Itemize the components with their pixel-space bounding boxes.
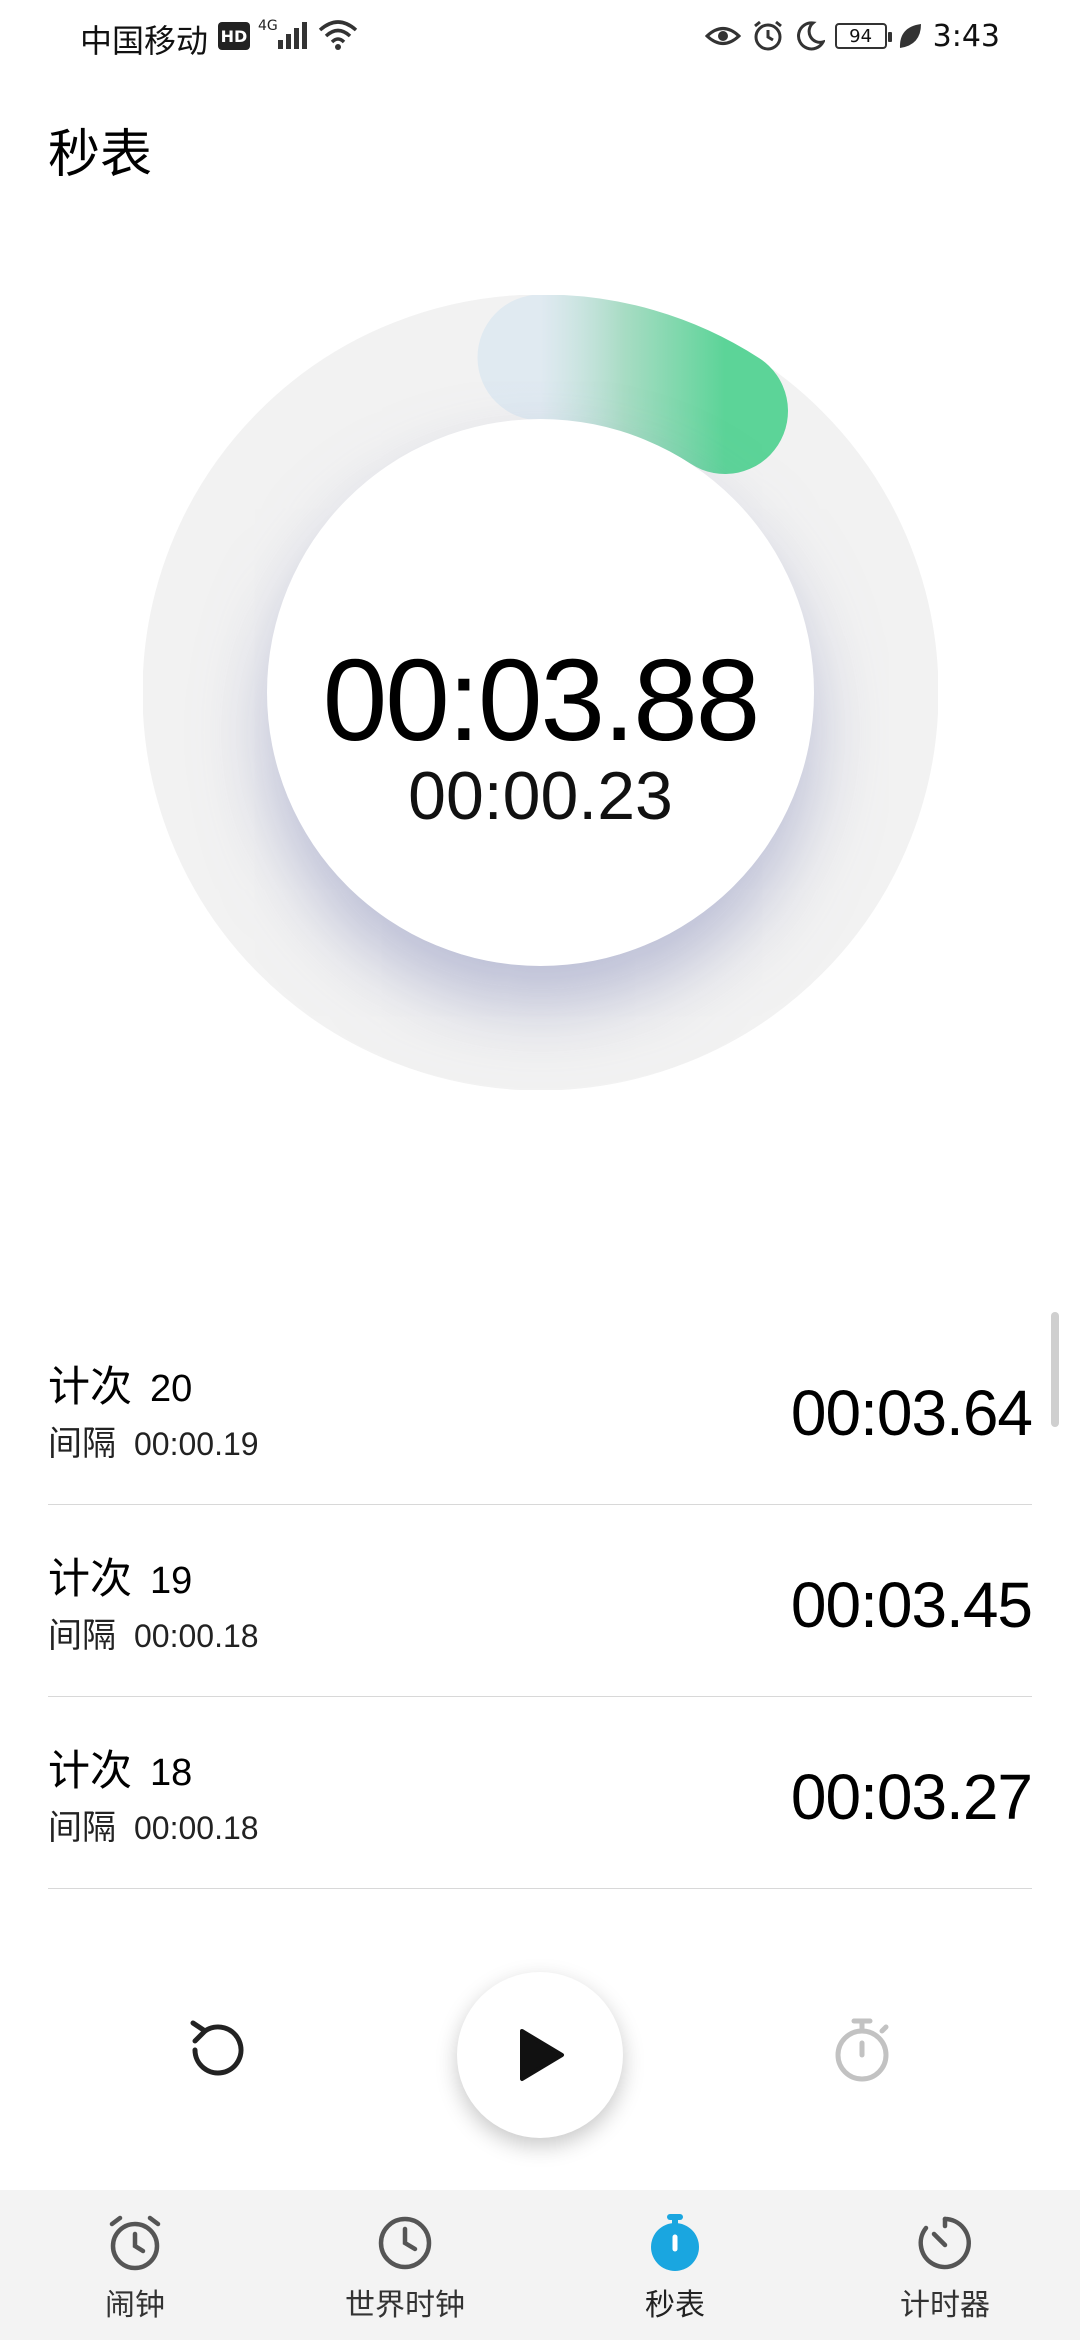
nav-label: 计时器 [900, 2288, 990, 2323]
nav-label: 秒表 [645, 2288, 705, 2323]
hd-badge: HD [218, 22, 250, 50]
nav-item-alarm[interactable]: 闹钟 [0, 2190, 270, 2340]
lap-number: 18 [150, 1752, 193, 1794]
interval-value: 00:00.18 [134, 1618, 259, 1654]
nav-label: 闹钟 [105, 2288, 165, 2323]
lap-interval: 间隔 00:00.18 [48, 1608, 259, 1657]
carrier-name: 中国移动 [80, 22, 209, 60]
eye-comfort-icon [704, 27, 741, 45]
lap-total-time: 00:03.64 [790, 1377, 1032, 1449]
network-type: 4G [258, 18, 278, 34]
lap-label: 计次 [48, 1363, 133, 1410]
interval-label: 间隔 [48, 1617, 116, 1655]
play-icon [520, 2029, 564, 2081]
lap-count: 计次17 [48, 1929, 192, 1933]
lap-list[interactable]: 计次 20 间隔 00:00.19 00:03.64 计次 19 间隔 00:00.18… [48, 1313, 1032, 1933]
stopwatch-controls [0, 1970, 1080, 2140]
elapsed-time: 00:03.88 [322, 635, 761, 765]
lap-stopwatch-icon [835, 2018, 889, 2082]
lap-row: 计次 19 间隔 00:00.18 00:03.45 [48, 1505, 1032, 1697]
lap-interval: 间隔 00:00.19 [48, 1416, 259, 1465]
power-saving-leaf-icon [899, 24, 921, 48]
reset-icon [190, 2020, 244, 2076]
lap-row: 计次 20 间隔 00:00.19 00:03.64 [48, 1313, 1032, 1505]
start-button[interactable] [457, 1972, 623, 2138]
nav-item-stopwatch[interactable]: 秒表 [540, 2190, 810, 2340]
lap-button[interactable] [812, 2000, 912, 2100]
lap-number: 19 [150, 1560, 193, 1602]
alarm-status-icon [753, 20, 782, 51]
stopwatch-dial: 00:03.88 00:00.23 [143, 295, 938, 1090]
lap-total-time: 00:03.45 [790, 1569, 1032, 1641]
timer-icon [918, 2216, 971, 2270]
lap-label: 计次 [48, 1555, 133, 1602]
interval-value: 00:00.19 [134, 1426, 259, 1462]
clock-time: 3:43 [932, 18, 1000, 54]
nav-label: 世界时钟 [345, 2288, 465, 2323]
signal-icon [278, 22, 307, 49]
current-lap-time: 00:00.23 [408, 758, 673, 834]
page-title: 秒表 [48, 125, 153, 185]
lap-count: 计次 20 [48, 1353, 192, 1414]
lap-row: 计次17 [48, 1889, 1032, 1933]
lap-list-scrollbar[interactable] [1051, 1312, 1059, 1427]
lap-count: 计次 18 [48, 1737, 192, 1798]
bottom-nav: 闹钟 世界时钟 秒表 计时器 [0, 2190, 1080, 2340]
interval-label: 间隔 [48, 1425, 116, 1463]
lap-total-time: 00:03.27 [790, 1761, 1032, 1833]
status-bar: 中国移动 HD 4G 94 3:43 [0, 0, 1080, 72]
do-not-disturb-icon [796, 21, 825, 51]
battery-indicator: 94 [834, 23, 892, 49]
nav-item-world-clock[interactable]: 世界时钟 [270, 2190, 540, 2340]
status-right: 94 3:43 [704, 12, 1000, 60]
lap-count: 计次 19 [48, 1545, 192, 1606]
stopwatch-icon [651, 2214, 699, 2271]
lap-label: 计次 [48, 1747, 133, 1794]
nav-item-timer[interactable]: 计时器 [810, 2190, 1080, 2340]
wifi-icon [318, 20, 358, 50]
interval-label: 间隔 [48, 1809, 116, 1847]
world-clock-icon [378, 2216, 432, 2270]
reset-button[interactable] [168, 2000, 268, 2100]
lap-row: 计次 18 间隔 00:00.18 00:03.27 [48, 1697, 1032, 1889]
lap-number: 20 [150, 1368, 193, 1410]
interval-value: 00:00.18 [134, 1810, 259, 1846]
alarm-clock-icon [109, 2215, 161, 2271]
lap-interval: 间隔 00:00.18 [48, 1800, 259, 1849]
